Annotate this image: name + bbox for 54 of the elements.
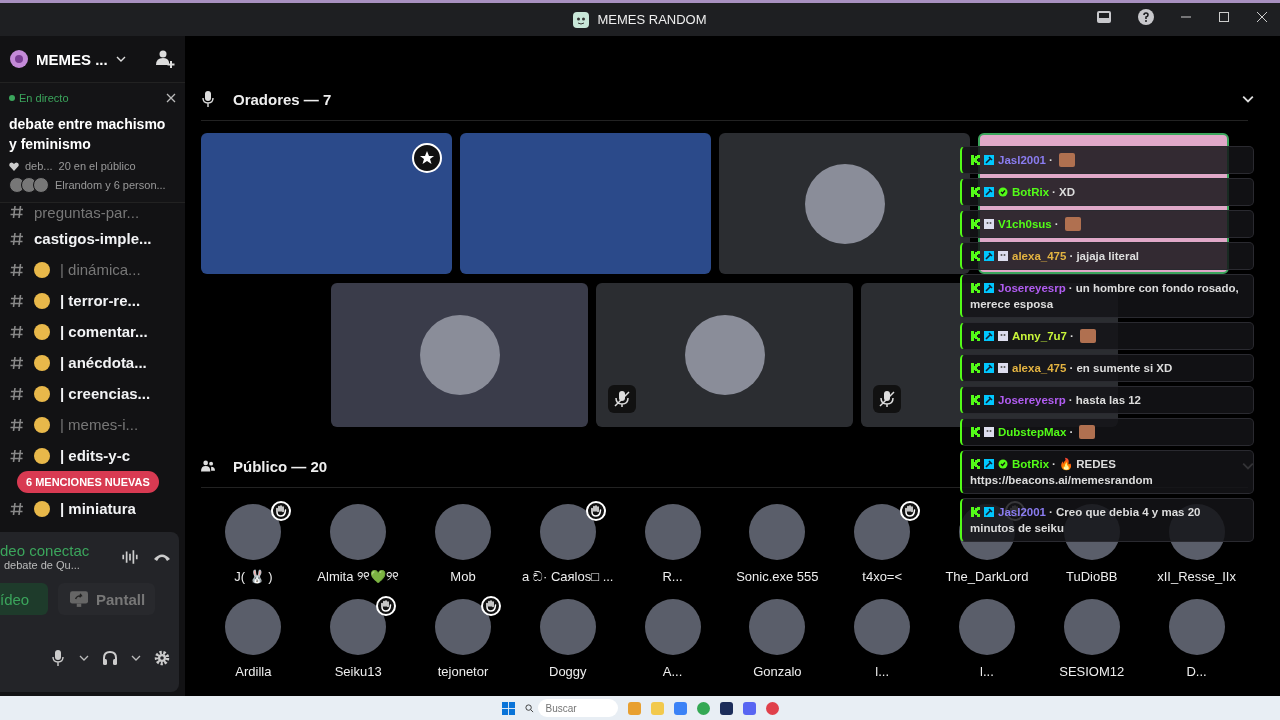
window-title: MEMES RANDOM bbox=[597, 12, 707, 27]
chat-text: · 🔥 REDES bbox=[1052, 457, 1116, 472]
member-name: The_DarkLord bbox=[945, 569, 1029, 584]
member-name: Sonic.exe 555 bbox=[736, 569, 819, 584]
chat-username: BotRix bbox=[1012, 457, 1050, 472]
member-name: l... bbox=[875, 664, 890, 679]
chat-username: Josereyesrp bbox=[998, 281, 1066, 296]
member-name: l... bbox=[980, 664, 994, 679]
chat-text: · bbox=[1054, 217, 1059, 232]
chat-text: · hasta las 12 bbox=[1068, 393, 1141, 408]
live-status: En directo bbox=[9, 92, 69, 104]
chat-username: BotRix bbox=[1012, 185, 1050, 200]
audience-header: Público — 20 bbox=[233, 457, 328, 475]
member-name: t4xo=< bbox=[862, 569, 903, 584]
member-name: Ardilla bbox=[235, 664, 272, 679]
chat-text: https://beacons.ai/memesrandom bbox=[970, 473, 1154, 488]
chat-username: Josereyesrp bbox=[998, 393, 1066, 408]
stage-name: deb... bbox=[25, 160, 53, 172]
member-name: D... bbox=[1186, 664, 1207, 679]
speakers-header: Oradores — 7 bbox=[233, 90, 332, 108]
chat-username: Anny_7u7 bbox=[1012, 329, 1067, 344]
member-name: Almita ୨୧💚୨୧ bbox=[317, 569, 400, 585]
chat-text: · bbox=[1069, 329, 1074, 344]
chat-username: V1ch0sus bbox=[998, 217, 1052, 232]
voice-status: deo conectac bbox=[0, 542, 91, 559]
member-name: a ඞ· Caяlos□ ... bbox=[522, 569, 614, 585]
member-name: xII_Resse_IIx bbox=[1157, 569, 1236, 584]
member-name: SESIOM12 bbox=[1059, 664, 1125, 679]
member-name: R... bbox=[662, 569, 683, 584]
chat-username: Jasl2001 bbox=[998, 505, 1046, 520]
chat-text: merece esposa bbox=[970, 297, 1055, 312]
member-name: J( 🐰 ) bbox=[234, 569, 273, 584]
member-name: tejonetor bbox=[437, 664, 489, 679]
member-name: TuDioBB bbox=[1066, 569, 1118, 584]
member-name: Doggy bbox=[549, 664, 587, 679]
chat-username: alexa_475 bbox=[1012, 249, 1067, 264]
member-name: Seiku13 bbox=[334, 664, 382, 679]
chat-username: DubstepMax bbox=[998, 425, 1067, 440]
member-name: A... bbox=[662, 664, 683, 679]
chat-text: minutos de seiku bbox=[970, 521, 1065, 536]
chat-text: · jajaja literal bbox=[1069, 249, 1140, 264]
member-name: Gonzalo bbox=[753, 664, 802, 679]
chat-text: · Creo que debia 4 y mas 20 bbox=[1048, 505, 1201, 520]
chat-text: · en sumente si XD bbox=[1069, 361, 1173, 376]
stage-title: debate entre machismo y feminismo bbox=[9, 115, 167, 154]
chat-username: Jasl2001 bbox=[998, 153, 1046, 168]
chat-text: · bbox=[1069, 425, 1074, 440]
chat-text: · un hombre con fondo rosado, bbox=[1068, 281, 1239, 296]
chat-text: · bbox=[1048, 153, 1053, 168]
chat-text: · XD bbox=[1052, 185, 1076, 200]
chat-username: alexa_475 bbox=[1012, 361, 1067, 376]
speakers-summary: Elrandom y 6 person... bbox=[55, 179, 166, 191]
audience-count: 20 en el público bbox=[58, 160, 136, 172]
member-name: Mob bbox=[450, 569, 476, 584]
